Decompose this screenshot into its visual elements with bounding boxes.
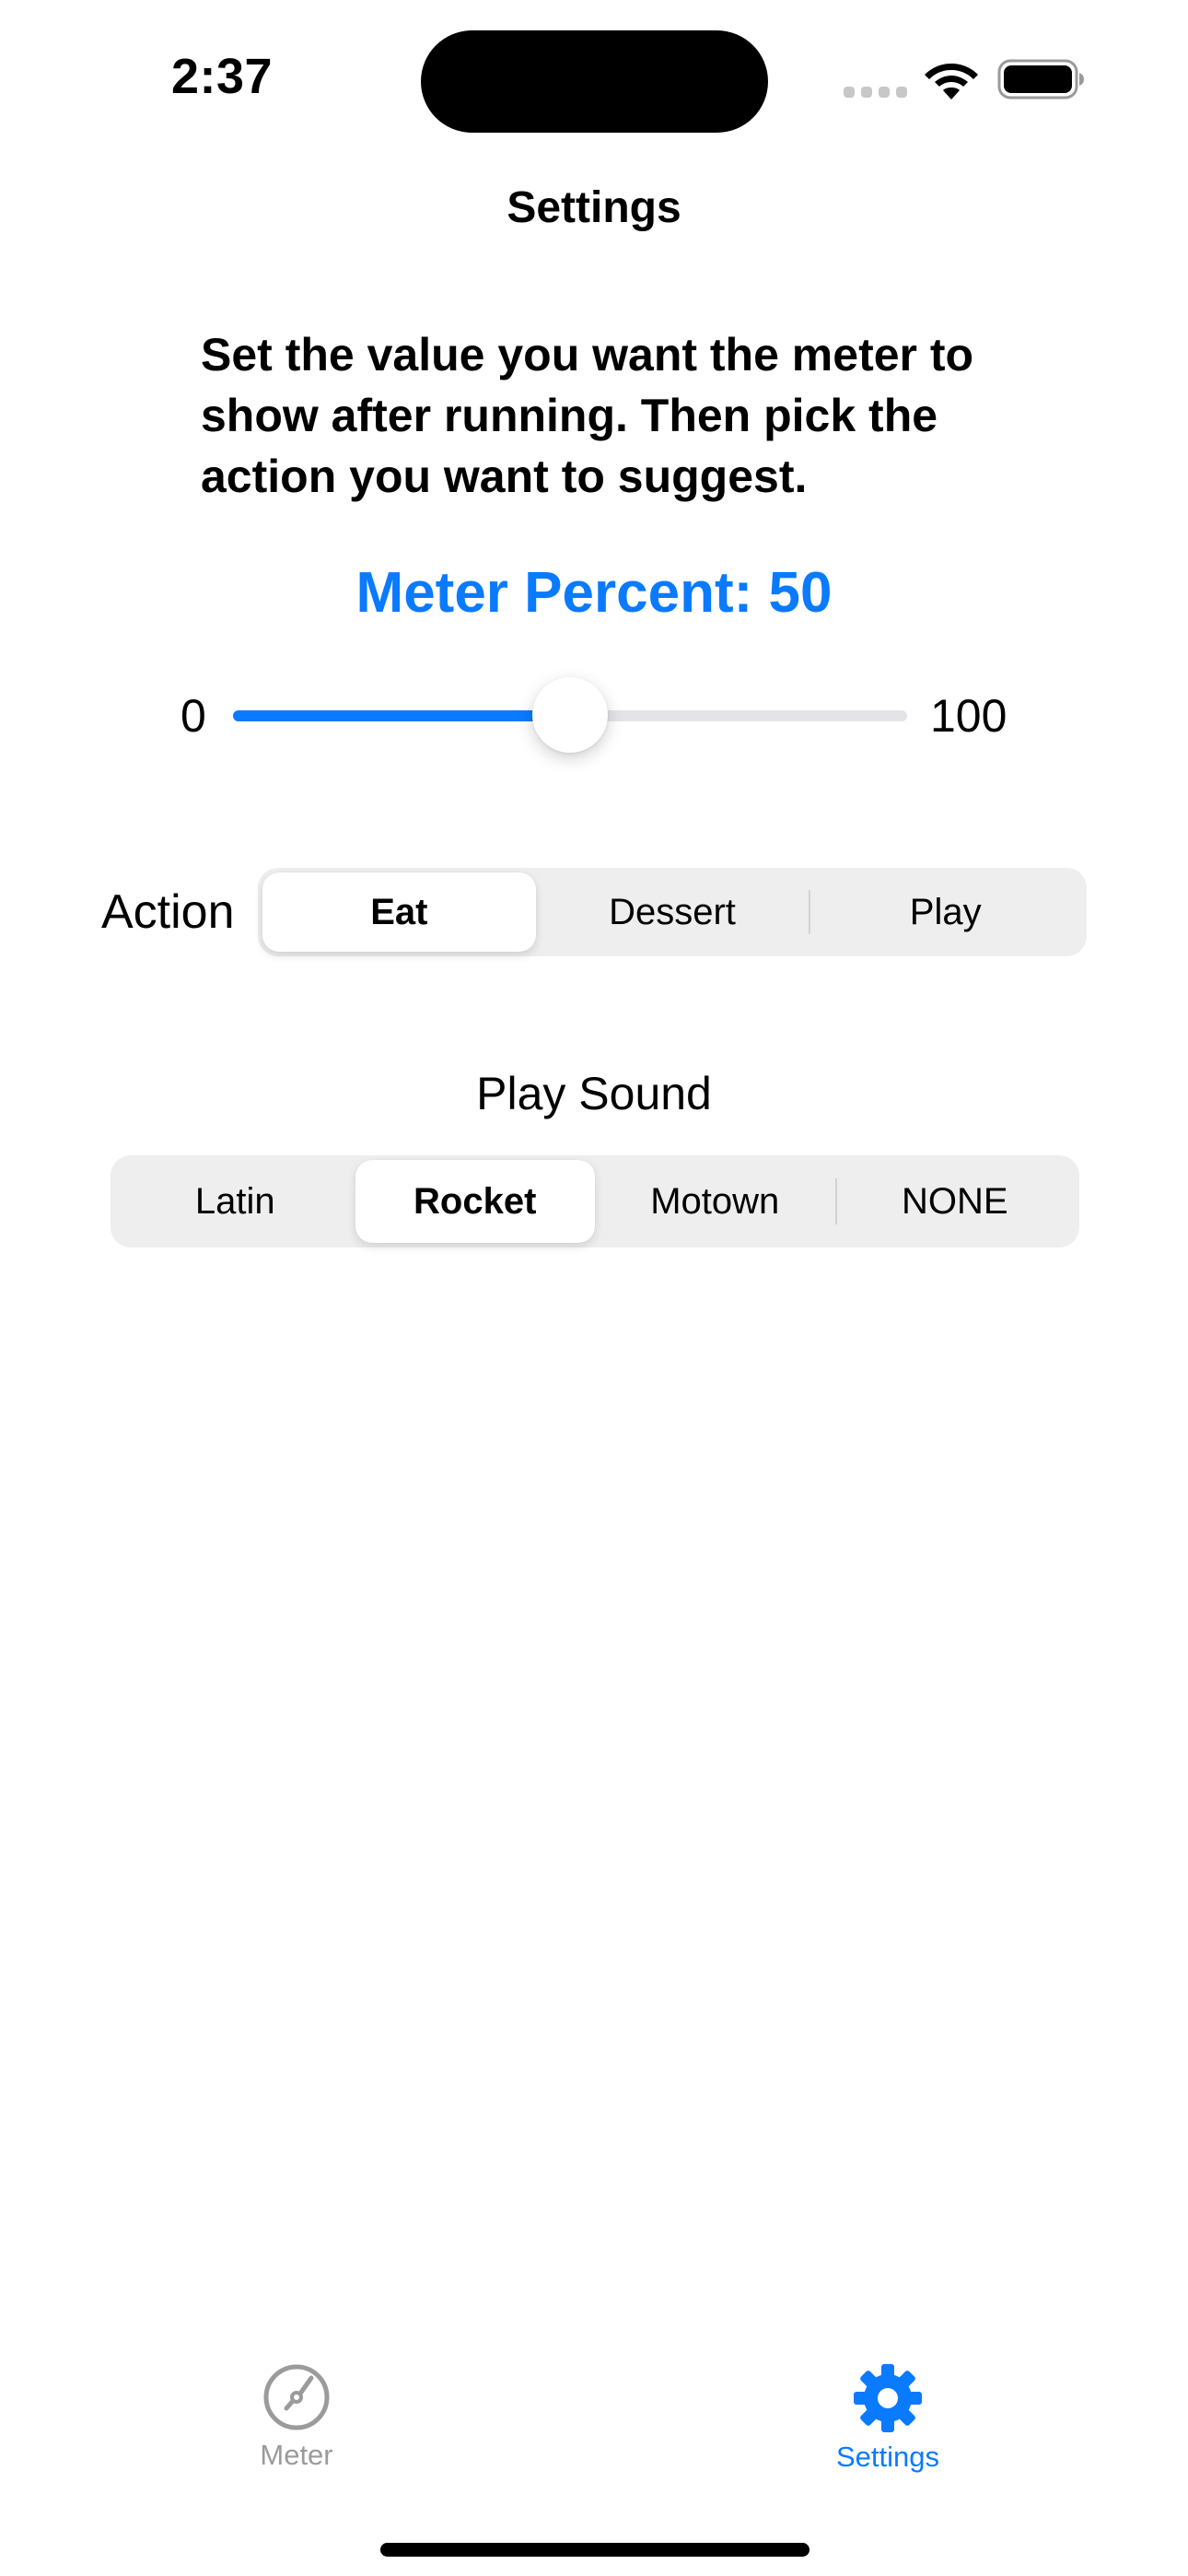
sound-option-rocket[interactable]: Rocket xyxy=(355,1160,595,1243)
action-option-play[interactable]: Play xyxy=(809,872,1082,952)
action-option-dessert[interactable]: Dessert xyxy=(536,872,809,952)
sound-option-none[interactable]: NONE xyxy=(834,1160,1076,1243)
slider-max-label: 100 xyxy=(930,690,1007,742)
action-option-eat[interactable]: Eat xyxy=(262,872,536,952)
tab-settings-label: Settings xyxy=(835,2441,939,2473)
cellular-signal-icon xyxy=(844,87,907,98)
tab-meter[interactable]: Meter xyxy=(204,2363,389,2472)
slider-fill xyxy=(233,710,570,721)
page-title: Settings xyxy=(507,183,681,232)
tab-settings[interactable]: Settings xyxy=(796,2363,980,2474)
action-segmented-control[interactable]: Eat Dessert Play xyxy=(258,868,1087,956)
meter-percent-slider[interactable] xyxy=(233,677,907,755)
battery-icon xyxy=(997,59,1084,100)
instructions-text: Set the value you want the meter to show… xyxy=(201,329,974,502)
sound-segmented-control[interactable]: Latin Rocket Motown NONE xyxy=(111,1155,1079,1247)
gauge-icon xyxy=(263,2364,330,2430)
tab-meter-label: Meter xyxy=(260,2439,333,2471)
sound-option-latin[interactable]: Latin xyxy=(115,1160,355,1243)
sound-option-motown[interactable]: Motown xyxy=(595,1160,835,1243)
dynamic-island xyxy=(421,30,768,133)
wifi-icon xyxy=(925,64,978,100)
slider-thumb[interactable] xyxy=(532,677,608,753)
home-indicator xyxy=(380,2543,809,2557)
play-sound-label: Play Sound xyxy=(476,1068,712,1119)
action-label: Action xyxy=(101,885,235,939)
gear-icon xyxy=(854,2364,922,2432)
slider-min-label: 0 xyxy=(181,690,206,742)
status-time: 2:37 xyxy=(171,49,274,104)
meter-percent-label: Meter Percent: 50 xyxy=(355,561,833,625)
